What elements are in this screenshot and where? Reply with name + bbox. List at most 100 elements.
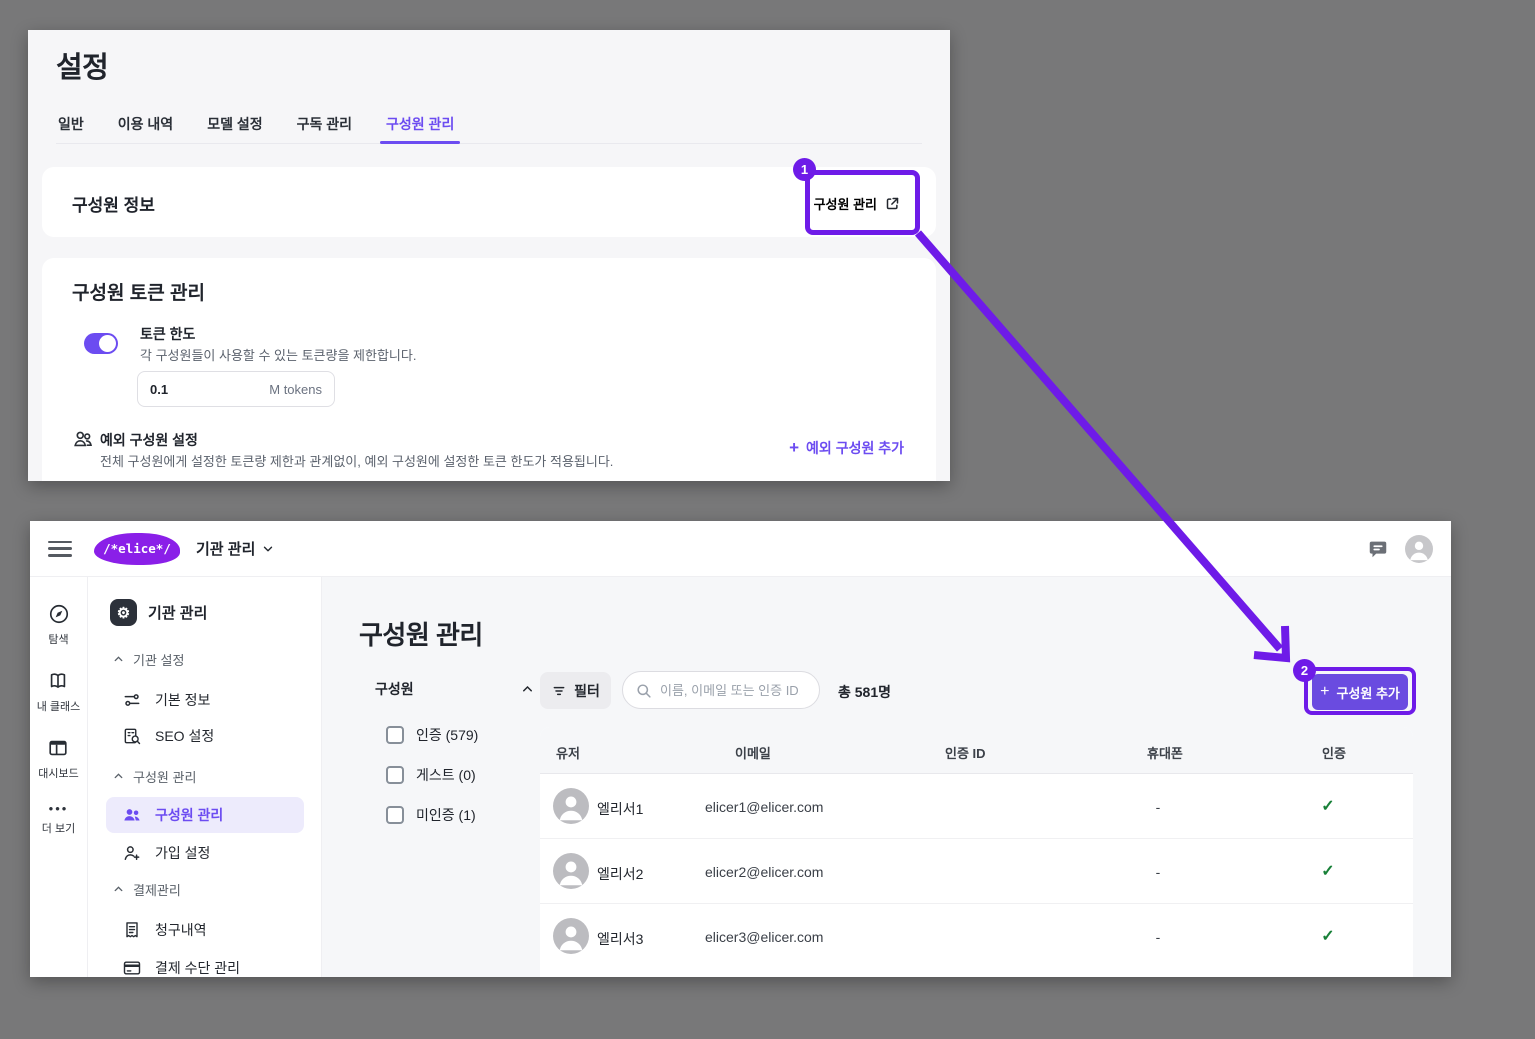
section-label: 구성원 관리: [133, 767, 196, 786]
tab-model[interactable]: 모델 설정: [205, 108, 264, 143]
sidebar-item-seo[interactable]: SEO 설정: [122, 726, 214, 746]
page-title: 구성원 관리: [359, 615, 483, 652]
admin-panel: /*elice*/ 기관 관리 탐색 내 클래스 대시보드 ••• 더 보기: [30, 521, 1451, 977]
sidebar-section-members[interactable]: 구성원 관리: [112, 767, 196, 786]
dashboard-icon: [47, 737, 69, 759]
rail-label: 탐색: [48, 631, 68, 647]
sidebar-item-billing-history[interactable]: 청구내역: [122, 920, 207, 940]
verified-check-icon: ✓: [1306, 861, 1350, 881]
seo-icon: [122, 726, 142, 746]
gear-icon: ⚙: [110, 599, 137, 626]
add-member-label: 구성원 추가: [1336, 683, 1399, 702]
member-manage-label: 구성원 관리: [814, 194, 877, 213]
chevron-up-icon: [112, 883, 125, 896]
checkbox[interactable]: [386, 726, 404, 744]
item-label: 결제 수단 관리: [155, 958, 240, 977]
token-limit-input[interactable]: [150, 382, 269, 397]
token-card-title: 구성원 토큰 관리: [72, 278, 205, 305]
sidebar-title-label: 기관 관리: [148, 602, 207, 623]
item-label: 청구내역: [155, 920, 207, 940]
chevron-up-icon: [520, 682, 535, 697]
member-search: [622, 671, 820, 709]
chevron-up-icon: [112, 653, 125, 666]
filter-checkbox-verified[interactable]: 인증 (579): [386, 725, 478, 745]
filter-group-label: 구성원: [375, 679, 414, 699]
settings-panel: 설정 일반 이용 내역 모델 설정 구독 관리 구성원 관리 구성원 정보 구성…: [28, 30, 950, 481]
search-input[interactable]: [660, 683, 800, 698]
user-avatar[interactable]: [1405, 535, 1433, 563]
sliders-icon: [122, 690, 142, 710]
member-manage-button[interactable]: 구성원 관리: [808, 183, 906, 224]
token-limit-label: 토큰 한도: [140, 324, 195, 344]
table-header: 유저 이메일 인증 ID 휴대폰 인증: [540, 727, 1413, 774]
cell-email: elicer2@elicer.com: [705, 864, 823, 880]
filter-checkbox-guest[interactable]: 게스트 (0): [386, 765, 476, 785]
sidebar-section-billing[interactable]: 결제관리: [112, 880, 181, 899]
sidebar-item-signup-settings[interactable]: 가입 설정: [122, 843, 210, 863]
rail-item-more[interactable]: ••• 더 보기: [42, 804, 75, 836]
annotation-badge-2: 2: [1293, 659, 1316, 682]
col-email: 이메일: [735, 743, 771, 762]
member-management-main: 구성원 관리 구성원 인증 (579) 게스트 (0) 미인증 (1) 필터 총…: [322, 577, 1451, 977]
cell-name: 엘리서2: [597, 864, 643, 884]
add-exception-member-button[interactable]: + 예외 구성원 추가: [789, 438, 904, 458]
row-avatar: [553, 788, 589, 824]
filter-group-toggle[interactable]: 구성원: [375, 679, 535, 699]
sidebar-title: ⚙ 기관 관리: [110, 599, 207, 626]
filter-button[interactable]: 필터: [540, 672, 611, 709]
token-limit-field: M tokens: [137, 371, 335, 407]
rail-label: 대시보드: [38, 765, 78, 781]
sidebar-item-basic-info[interactable]: 기본 정보: [122, 690, 210, 710]
rail-item-dashboard[interactable]: 대시보드: [38, 737, 78, 781]
filter-checkbox-unverified[interactable]: 미인증 (1): [386, 805, 476, 825]
sidebar-item-payment-methods[interactable]: 결제 수단 관리: [122, 958, 240, 977]
elice-logo[interactable]: /*elice*/: [94, 533, 180, 565]
hamburger-menu-icon[interactable]: [48, 541, 72, 557]
chevron-down-icon: [261, 542, 275, 556]
table-row[interactable]: 엘리서2 elicer2@elicer.com - ✓: [540, 839, 1413, 904]
filter-icon: [551, 683, 567, 699]
sidebar-item-member-management[interactable]: 구성원 관리: [106, 797, 304, 833]
header-actions: [1367, 535, 1433, 563]
tab-general[interactable]: 일반: [56, 108, 86, 143]
total-count: 총 581명: [838, 682, 891, 702]
section-label: 결제관리: [133, 880, 181, 899]
cell-phone: -: [1138, 929, 1178, 945]
table-row[interactable]: 엘리서1 elicer1@elicer.com - ✓: [540, 774, 1413, 839]
context-label: 기관 관리: [196, 538, 255, 559]
feedback-icon[interactable]: [1367, 538, 1389, 560]
compass-icon: [48, 603, 70, 625]
rail-label: 내 클래스: [37, 698, 81, 714]
external-link-icon: [885, 196, 900, 211]
icon-rail: 탐색 내 클래스 대시보드 ••• 더 보기: [30, 577, 88, 977]
more-dots-icon: •••: [49, 804, 69, 814]
item-label: 가입 설정: [155, 843, 210, 863]
rail-item-explore[interactable]: 탐색: [48, 603, 70, 647]
filter-label: 인증 (579): [416, 725, 478, 745]
annotation-badge-1: 1: [793, 158, 816, 181]
token-limit-unit: M tokens: [269, 382, 322, 397]
tab-usage[interactable]: 이용 내역: [116, 108, 175, 143]
rail-item-my-classes[interactable]: 내 클래스: [37, 670, 81, 714]
cell-phone: -: [1138, 864, 1178, 880]
cell-phone: -: [1138, 799, 1178, 815]
checkbox[interactable]: [386, 766, 404, 784]
item-label: 구성원 관리: [155, 805, 223, 825]
token-limit-toggle[interactable]: [84, 333, 118, 354]
tab-subscription[interactable]: 구독 관리: [295, 108, 354, 143]
filter-label: 미인증 (1): [416, 805, 476, 825]
sidebar-section-org-settings[interactable]: 기관 설정: [112, 650, 184, 669]
book-icon: [47, 670, 69, 692]
cell-email: elicer1@elicer.com: [705, 799, 823, 815]
context-switcher[interactable]: 기관 관리: [196, 538, 275, 559]
filter-label: 게스트 (0): [416, 765, 476, 785]
checkbox[interactable]: [386, 806, 404, 824]
members-table: 유저 이메일 인증 ID 휴대폰 인증 엘리서1 elicer1@elicer.…: [540, 727, 1413, 977]
table-row[interactable]: 엘리서3 elicer3@elicer.com - ✓: [540, 904, 1413, 969]
tab-members[interactable]: 구성원 관리: [384, 108, 456, 143]
member-info-title: 구성원 정보: [72, 191, 155, 216]
col-verified: 인증: [1322, 743, 1346, 762]
add-member-button[interactable]: + 구성원 추가: [1312, 674, 1408, 710]
settings-title: 설정: [56, 44, 108, 86]
people-filled-icon: [122, 805, 142, 825]
